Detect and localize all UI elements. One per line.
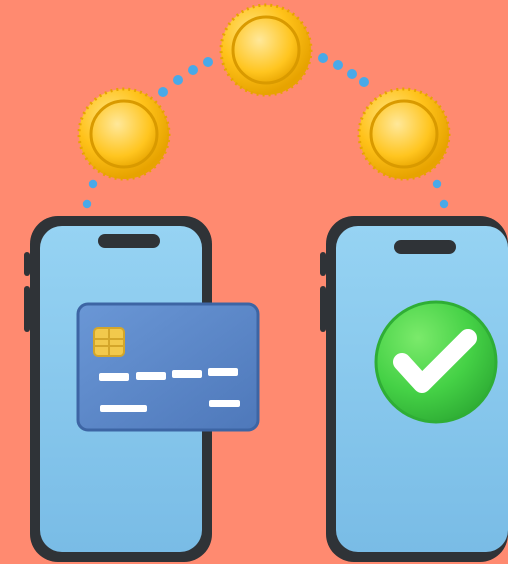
credit-card [76, 302, 260, 432]
chip-icon [93, 327, 125, 357]
right-phone-notch [394, 240, 456, 254]
payment-transfer-illustration [24, 3, 508, 562]
coin-center [219, 3, 313, 97]
check-icon [374, 300, 498, 424]
coin-right [357, 87, 451, 181]
left-phone-notch [98, 234, 160, 248]
coin-left [77, 87, 171, 181]
